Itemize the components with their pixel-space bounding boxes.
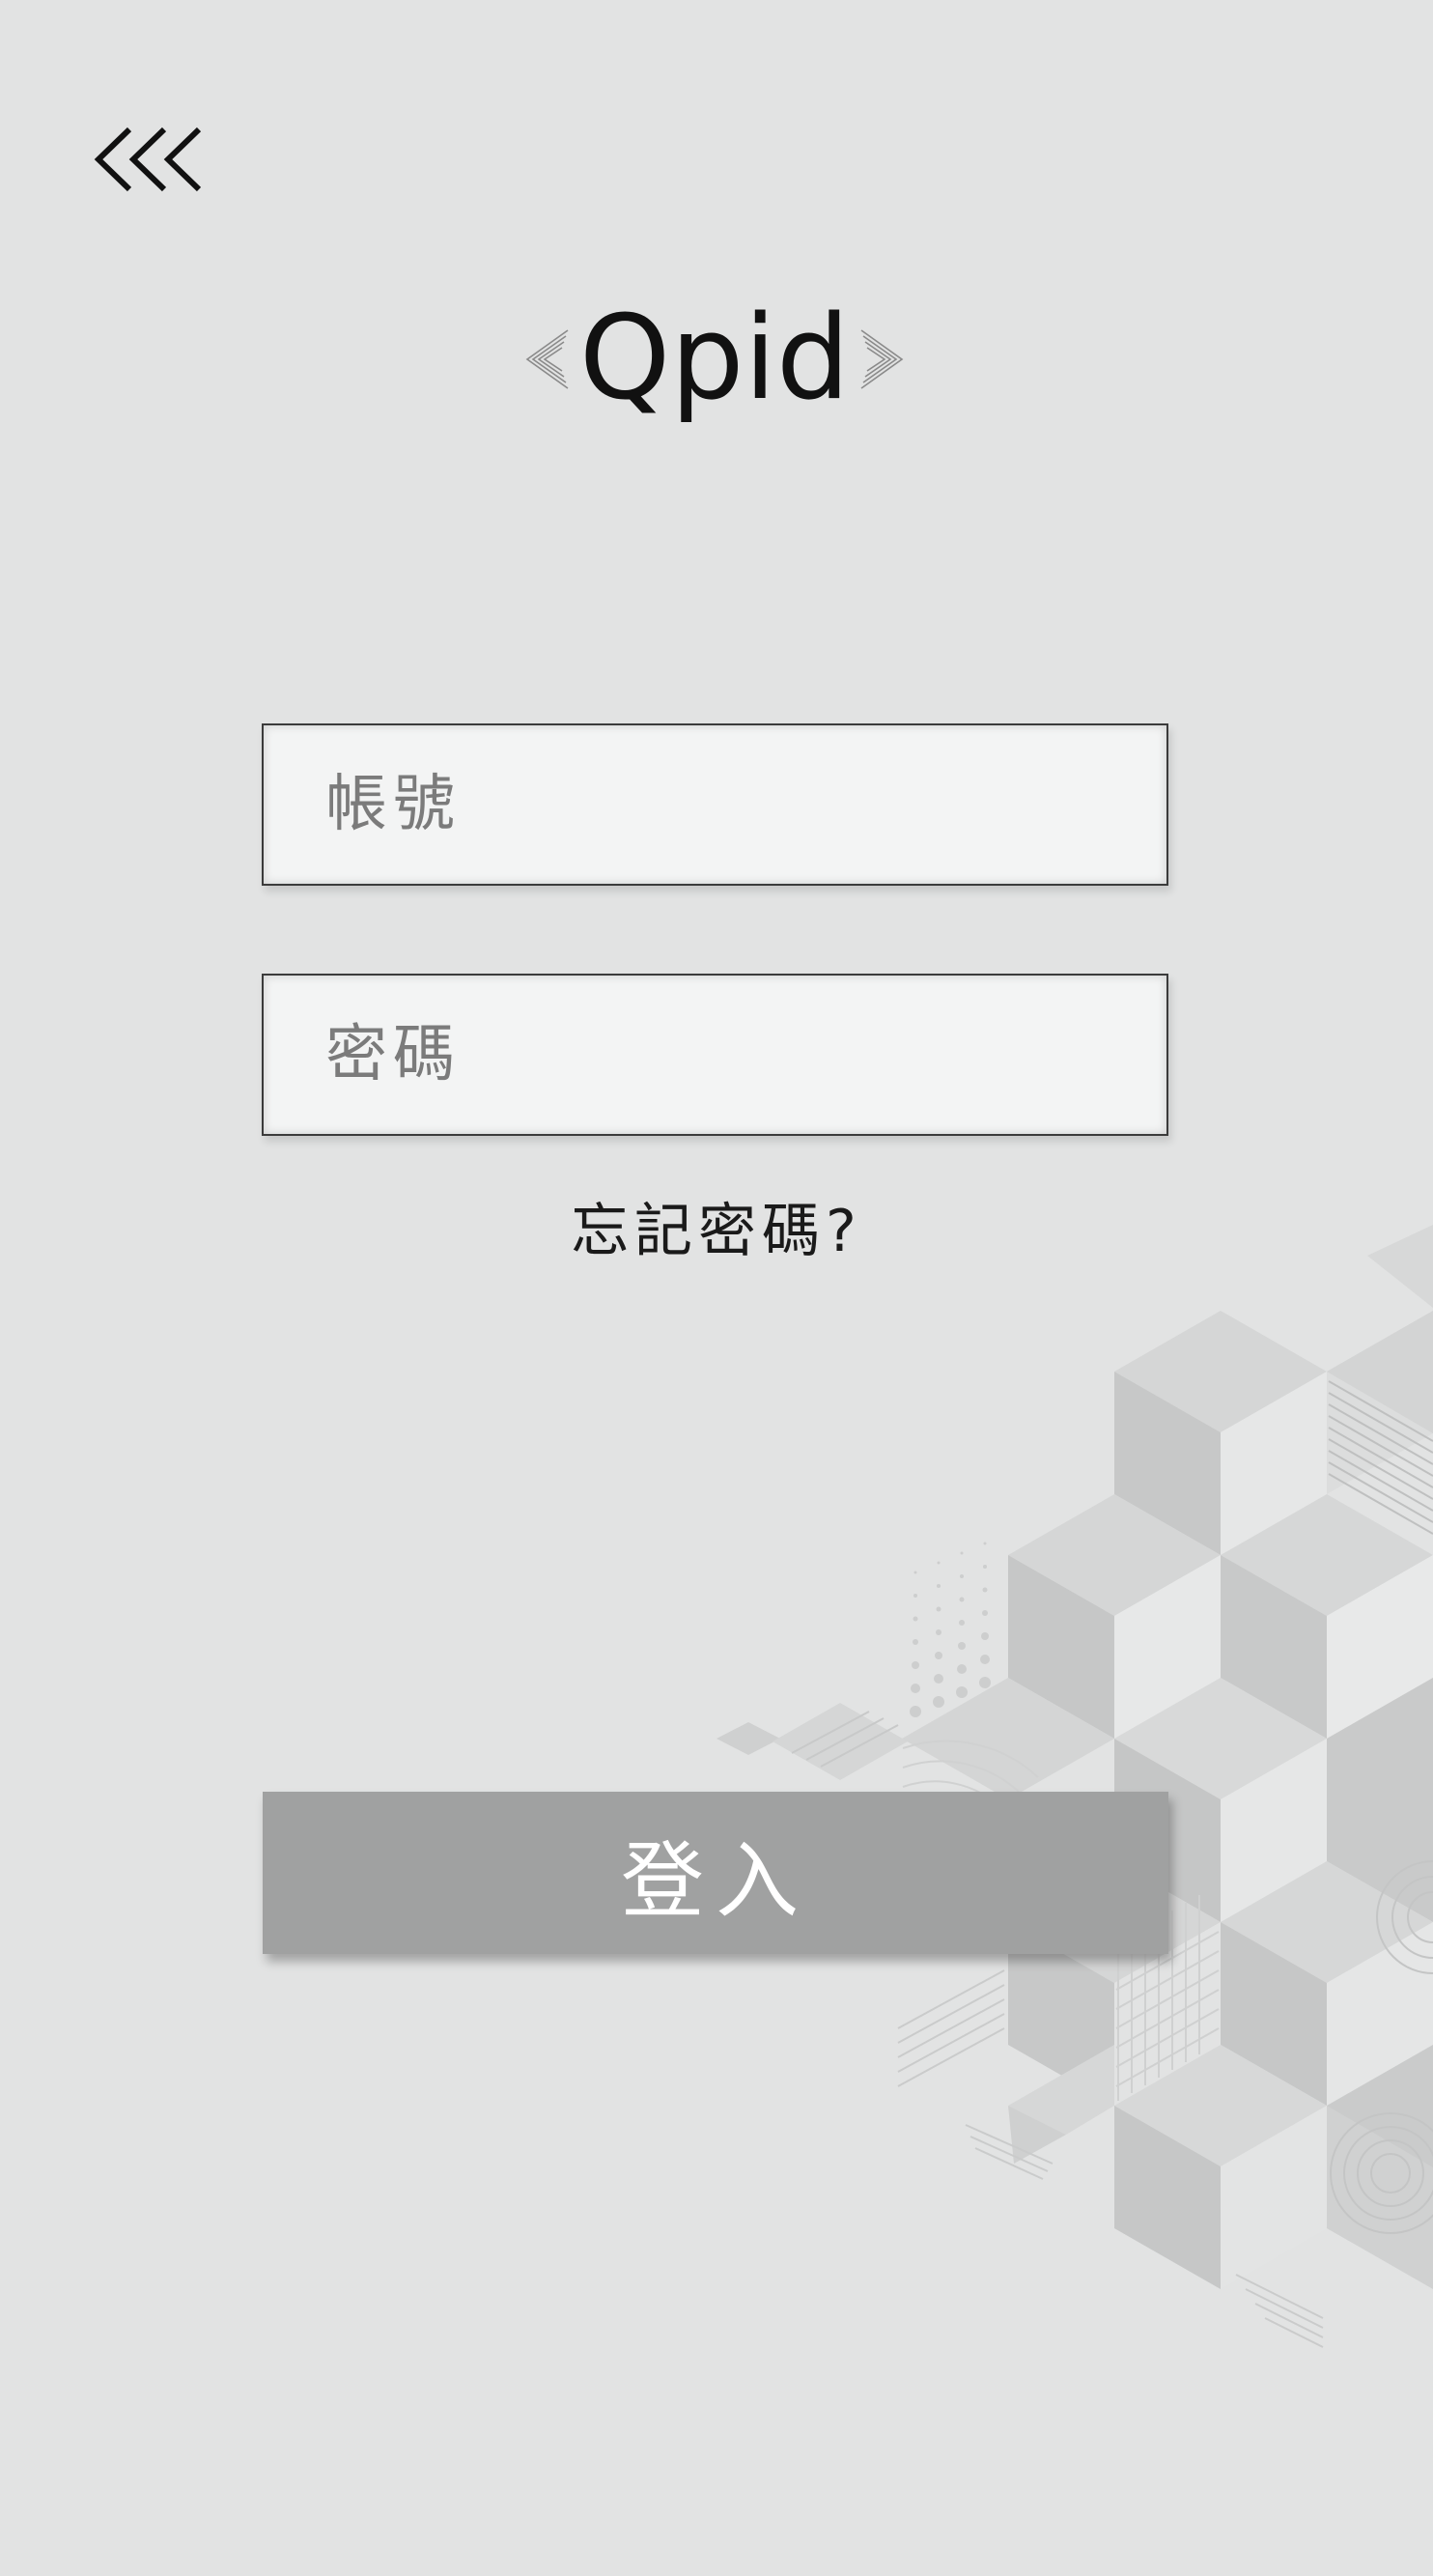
account-field[interactable] [262,723,1168,886]
password-input[interactable] [264,976,1166,1134]
login-screen: Qpid 忘記密碼? 登入 [0,0,1433,2576]
login-button-label: 登入 [621,1832,810,1930]
triple-chevron-left-icon [94,127,202,192]
password-field[interactable] [262,974,1168,1136]
forgot-password-link[interactable]: 忘記密碼? [0,1184,1433,1268]
app-logo: Qpid [521,280,908,464]
back-button[interactable] [87,116,222,203]
login-button[interactable]: 登入 [263,1792,1168,1954]
logo-text: Qpid [579,292,850,426]
account-input[interactable] [264,725,1166,884]
